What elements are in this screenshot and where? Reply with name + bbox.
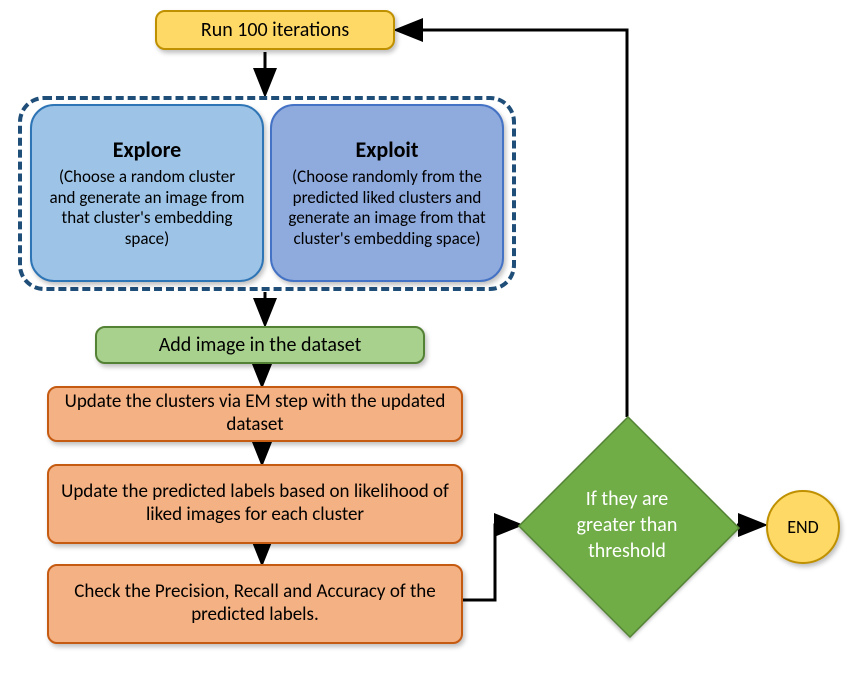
check-metrics-label: Check the Precision, Recall and Accuracy… xyxy=(61,581,449,627)
add-image-label: Add image in the dataset xyxy=(159,333,362,357)
explore-body: (Choose a random cluster and generate an… xyxy=(44,167,250,249)
update-labels-box: Update the predicted labels based on lik… xyxy=(47,464,463,544)
add-image-box: Add image in the dataset xyxy=(95,326,425,364)
update-labels-label: Update the predicted labels based on lik… xyxy=(61,481,449,527)
check-metrics-box: Check the Precision, Recall and Accuracy… xyxy=(47,564,463,644)
exploit-body: (Choose randomly from the predicted like… xyxy=(284,167,490,249)
decision-label: If they are greater than threshold xyxy=(517,417,737,633)
run-iterations-box: Run 100 iterations xyxy=(155,10,395,50)
update-clusters-box: Update the clusters via EM step with the… xyxy=(47,386,463,442)
explore-box: Explore (Choose a random cluster and gen… xyxy=(30,104,264,282)
explore-title: Explore xyxy=(113,137,182,163)
decision-diamond: If they are greater than threshold xyxy=(517,417,737,633)
end-label: END xyxy=(787,516,818,538)
update-clusters-label: Update the clusters via EM step with the… xyxy=(61,391,449,437)
exploit-title: Exploit xyxy=(356,137,419,163)
run-iterations-label: Run 100 iterations xyxy=(201,18,349,42)
exploit-box: Exploit (Choose randomly from the predic… xyxy=(270,104,504,282)
end-node: END xyxy=(766,490,840,564)
